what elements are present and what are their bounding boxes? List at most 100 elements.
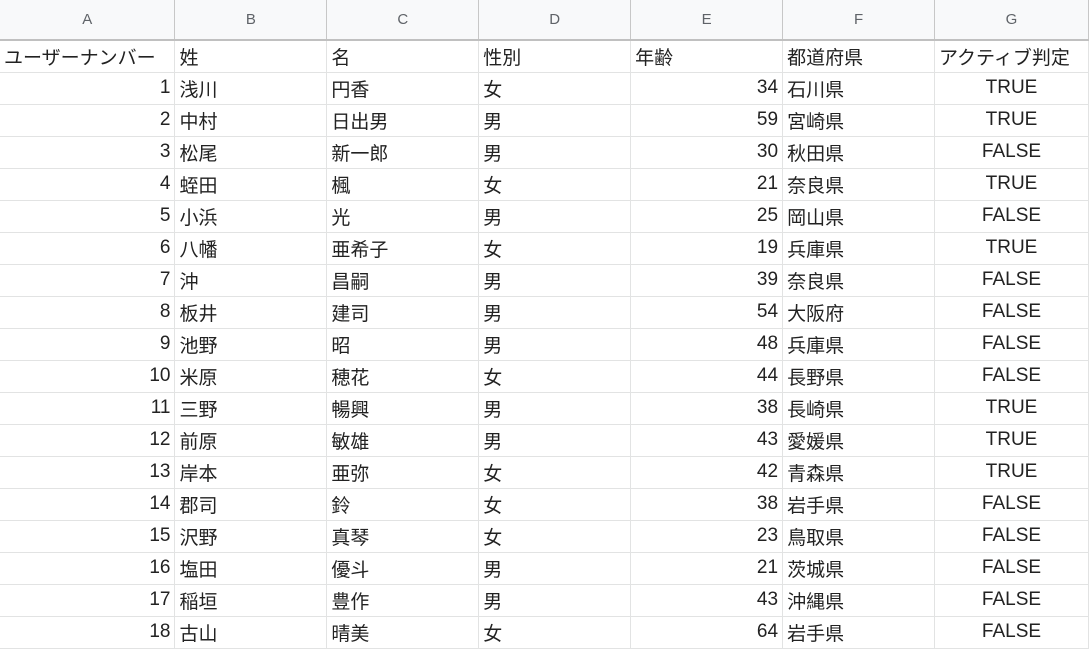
cell-gender[interactable]: 男 <box>478 200 632 233</box>
cell-last-name[interactable]: 岸本 <box>174 456 328 489</box>
cell-active[interactable]: TRUE <box>934 232 1089 265</box>
cell-gender[interactable]: 女 <box>478 232 632 265</box>
cell-age[interactable]: 39 <box>630 264 784 297</box>
cell-gender[interactable]: 女 <box>478 520 632 553</box>
cell-active[interactable]: TRUE <box>934 424 1089 457</box>
cell-first-name[interactable]: 暢興 <box>326 392 480 425</box>
cell-user-number[interactable]: 13 <box>0 456 176 489</box>
cell-user-number[interactable]: 17 <box>0 584 176 617</box>
cell-prefecture[interactable]: 愛媛県 <box>782 424 935 457</box>
cell-age[interactable]: 38 <box>630 488 784 521</box>
cell-gender[interactable]: 女 <box>478 72 632 105</box>
cell-user-number[interactable]: 1 <box>0 72 176 105</box>
cell-age[interactable]: 42 <box>630 456 784 489</box>
column-header-e[interactable]: E <box>630 0 784 41</box>
cell-user-number[interactable]: 2 <box>0 104 176 137</box>
cell-active[interactable]: FALSE <box>934 360 1089 393</box>
cell-last-name[interactable]: 小浜 <box>174 200 328 233</box>
column-header-c[interactable]: C <box>326 0 480 41</box>
cell-prefecture[interactable]: 沖縄県 <box>782 584 935 617</box>
cell-gender[interactable]: 男 <box>478 264 632 297</box>
cell-age[interactable]: 38 <box>630 392 784 425</box>
cell-first-name[interactable]: 楓 <box>326 168 480 201</box>
cell-prefecture[interactable]: 宮崎県 <box>782 104 935 137</box>
cell-last-name[interactable]: 沖 <box>174 264 328 297</box>
cell-active[interactable]: TRUE <box>934 104 1089 137</box>
cell-active[interactable]: FALSE <box>934 616 1089 649</box>
cell-prefecture[interactable]: 青森県 <box>782 456 935 489</box>
cell-gender[interactable]: 男 <box>478 296 632 329</box>
cell-first-name[interactable]: 晴美 <box>326 616 480 649</box>
cell-prefecture[interactable]: 鳥取県 <box>782 520 935 553</box>
cell-first-name[interactable]: 光 <box>326 200 480 233</box>
cell-user-number[interactable]: 9 <box>0 328 176 361</box>
cell-last-name[interactable]: 郡司 <box>174 488 328 521</box>
cell-active[interactable]: FALSE <box>934 200 1089 233</box>
cell-gender[interactable]: 女 <box>478 168 632 201</box>
cell-active[interactable]: FALSE <box>934 520 1089 553</box>
cell-prefecture[interactable]: 長崎県 <box>782 392 935 425</box>
cell-first-name[interactable]: 豊作 <box>326 584 480 617</box>
column-header-d[interactable]: D <box>478 0 632 41</box>
cell-gender[interactable]: 男 <box>478 104 632 137</box>
cell-prefecture[interactable]: 兵庫県 <box>782 328 935 361</box>
cell-prefecture[interactable]: 岩手県 <box>782 488 935 521</box>
cell-first-name[interactable]: 亜希子 <box>326 232 480 265</box>
cell-age[interactable]: 23 <box>630 520 784 553</box>
cell-age[interactable]: 19 <box>630 232 784 265</box>
column-header-b[interactable]: B <box>174 0 328 41</box>
cell-first-name[interactable]: 昌嗣 <box>326 264 480 297</box>
column-header-f[interactable]: F <box>782 0 935 41</box>
cell-last-name[interactable]: 沢野 <box>174 520 328 553</box>
cell-last-name[interactable]: 浅川 <box>174 72 328 105</box>
cell-user-number[interactable]: 18 <box>0 616 176 649</box>
cell-first-name[interactable]: 昭 <box>326 328 480 361</box>
cell-age[interactable]: 44 <box>630 360 784 393</box>
cell-gender[interactable]: 男 <box>478 552 632 585</box>
cell-prefecture[interactable]: 茨城県 <box>782 552 935 585</box>
header-cell-active[interactable]: アクティブ判定 <box>934 40 1089 73</box>
cell-last-name[interactable]: 松尾 <box>174 136 328 169</box>
cell-gender[interactable]: 男 <box>478 424 632 457</box>
cell-gender[interactable]: 女 <box>478 488 632 521</box>
cell-first-name[interactable]: 新一郎 <box>326 136 480 169</box>
cell-user-number[interactable]: 3 <box>0 136 176 169</box>
cell-active[interactable]: FALSE <box>934 136 1089 169</box>
cell-user-number[interactable]: 15 <box>0 520 176 553</box>
cell-user-number[interactable]: 7 <box>0 264 176 297</box>
cell-prefecture[interactable]: 奈良県 <box>782 168 935 201</box>
cell-prefecture[interactable]: 兵庫県 <box>782 232 935 265</box>
cell-user-number[interactable]: 14 <box>0 488 176 521</box>
cell-active[interactable]: TRUE <box>934 72 1089 105</box>
cell-gender[interactable]: 男 <box>478 584 632 617</box>
cell-age[interactable]: 25 <box>630 200 784 233</box>
cell-last-name[interactable]: 蛭田 <box>174 168 328 201</box>
cell-prefecture[interactable]: 長野県 <box>782 360 935 393</box>
cell-active[interactable]: FALSE <box>934 328 1089 361</box>
cell-active[interactable]: TRUE <box>934 168 1089 201</box>
cell-first-name[interactable]: 鈴 <box>326 488 480 521</box>
cell-last-name[interactable]: 塩田 <box>174 552 328 585</box>
cell-age[interactable]: 48 <box>630 328 784 361</box>
column-header-g[interactable]: G <box>934 0 1089 41</box>
cell-prefecture[interactable]: 岡山県 <box>782 200 935 233</box>
cell-age[interactable]: 54 <box>630 296 784 329</box>
cell-user-number[interactable]: 11 <box>0 392 176 425</box>
cell-prefecture[interactable]: 岩手県 <box>782 616 935 649</box>
cell-user-number[interactable]: 10 <box>0 360 176 393</box>
cell-gender[interactable]: 女 <box>478 616 632 649</box>
cell-last-name[interactable]: 古山 <box>174 616 328 649</box>
column-header-a[interactable]: A <box>0 0 176 41</box>
cell-first-name[interactable]: 穂花 <box>326 360 480 393</box>
cell-active[interactable]: FALSE <box>934 488 1089 521</box>
cell-prefecture[interactable]: 大阪府 <box>782 296 935 329</box>
cell-user-number[interactable]: 16 <box>0 552 176 585</box>
cell-last-name[interactable]: 米原 <box>174 360 328 393</box>
cell-first-name[interactable]: 日出男 <box>326 104 480 137</box>
cell-first-name[interactable]: 敏雄 <box>326 424 480 457</box>
cell-user-number[interactable]: 12 <box>0 424 176 457</box>
cell-age[interactable]: 21 <box>630 552 784 585</box>
cell-last-name[interactable]: 池野 <box>174 328 328 361</box>
cell-gender[interactable]: 女 <box>478 360 632 393</box>
cell-first-name[interactable]: 亜弥 <box>326 456 480 489</box>
